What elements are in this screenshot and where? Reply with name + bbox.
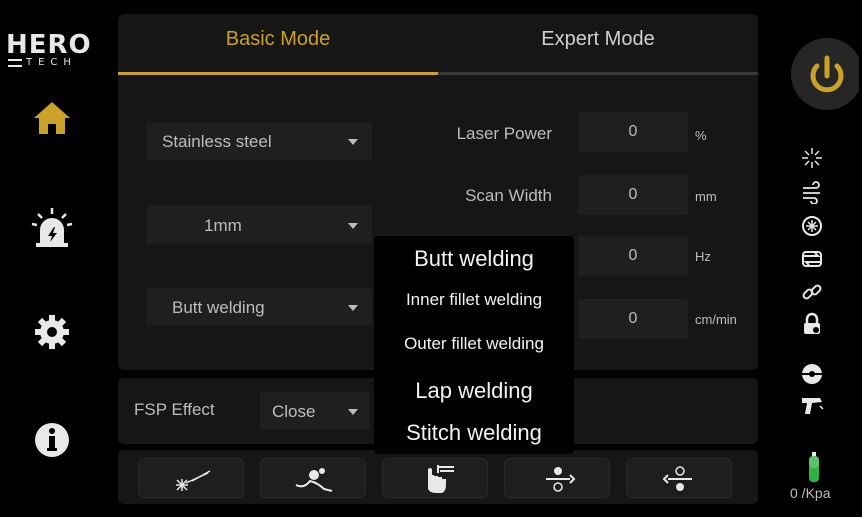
touch-button[interactable] xyxy=(382,458,488,498)
gas-pressure-readout: 0 /Kpa xyxy=(790,485,831,501)
brand-logo: HERO TECH xyxy=(6,32,106,74)
wire-feeder-icon xyxy=(295,468,333,492)
power-button[interactable] xyxy=(787,34,862,114)
scan-width-unit: mm xyxy=(695,189,717,204)
tab-basic-mode[interactable]: Basic Mode xyxy=(118,28,438,68)
scan-width-label: Scan Width xyxy=(465,186,552,205)
gas-out-button[interactable] xyxy=(626,458,732,498)
laser-power-unit: % xyxy=(695,128,707,143)
tab-expert-mode[interactable]: Expert Mode xyxy=(438,28,758,68)
chevron-down-icon xyxy=(348,139,358,145)
gas-in-icon xyxy=(546,467,576,492)
red-light-icon xyxy=(176,470,211,491)
speed-field[interactable]: 0 xyxy=(578,299,688,339)
red-light-button[interactable] xyxy=(138,458,244,498)
thickness-select[interactable]: 1mm xyxy=(146,206,372,244)
gas-out-icon xyxy=(662,466,692,491)
laser-power-label: Laser Power xyxy=(456,124,552,143)
alarm-icon[interactable] xyxy=(30,206,74,250)
gas-cylinder-icon xyxy=(806,452,822,484)
logo-text: HERO xyxy=(6,30,92,60)
gas-in-button[interactable] xyxy=(504,458,610,498)
fsp-effect-label: FSP Effect xyxy=(134,400,215,419)
logo-subtext: TECH xyxy=(26,57,77,68)
material-select-value: Stainless steel xyxy=(162,132,272,151)
weld-option-outer-fillet[interactable]: Outer fillet welding xyxy=(374,334,574,354)
wire-feed-icon xyxy=(800,362,824,386)
weld-type-select[interactable]: Butt welding xyxy=(146,288,372,326)
chevron-down-icon xyxy=(348,305,358,311)
weld-type-select-value: Butt welding xyxy=(172,298,265,317)
chevron-down-icon xyxy=(348,223,358,229)
frequency-field[interactable]: 0 xyxy=(578,236,688,276)
weld-option-lap[interactable]: Lap welding xyxy=(374,378,574,404)
laser-power-field[interactable]: 0 xyxy=(578,112,688,152)
wire-feeder-button[interactable] xyxy=(260,458,366,498)
weld-option-inner-fillet[interactable]: Inner fillet welding xyxy=(374,290,574,310)
weld-type-popup: Butt welding Inner fillet welding Outer … xyxy=(374,236,574,454)
lock-icon xyxy=(800,312,824,336)
welding-gun-icon xyxy=(800,394,824,418)
tab-indicator xyxy=(118,72,758,75)
laser-icon xyxy=(800,146,824,170)
power-icon xyxy=(791,38,862,110)
link-icon xyxy=(800,280,824,304)
speed-unit: cm/min xyxy=(695,312,737,327)
home-icon[interactable] xyxy=(30,96,74,140)
material-select[interactable]: Stainless steel xyxy=(146,122,372,160)
fsp-effect-value: Close xyxy=(272,402,316,421)
chiller-icon xyxy=(800,214,824,238)
fsp-effect-select[interactable]: Close xyxy=(260,392,370,430)
settings-icon[interactable] xyxy=(30,310,74,354)
weld-option-butt[interactable]: Butt welding xyxy=(374,246,574,272)
tool-bar xyxy=(118,450,758,504)
touch-icon xyxy=(428,465,454,493)
scan-width-field[interactable]: 0 xyxy=(578,175,688,215)
frequency-unit: Hz xyxy=(695,249,711,264)
wind-icon xyxy=(800,180,824,205)
info-icon[interactable] xyxy=(30,418,74,462)
sync-icon xyxy=(800,246,824,270)
chevron-down-icon xyxy=(348,409,358,415)
thickness-select-value: 1mm xyxy=(204,216,242,235)
weld-option-stitch[interactable]: Stitch welding xyxy=(374,420,574,446)
left-sidebar: HERO TECH xyxy=(0,0,118,517)
